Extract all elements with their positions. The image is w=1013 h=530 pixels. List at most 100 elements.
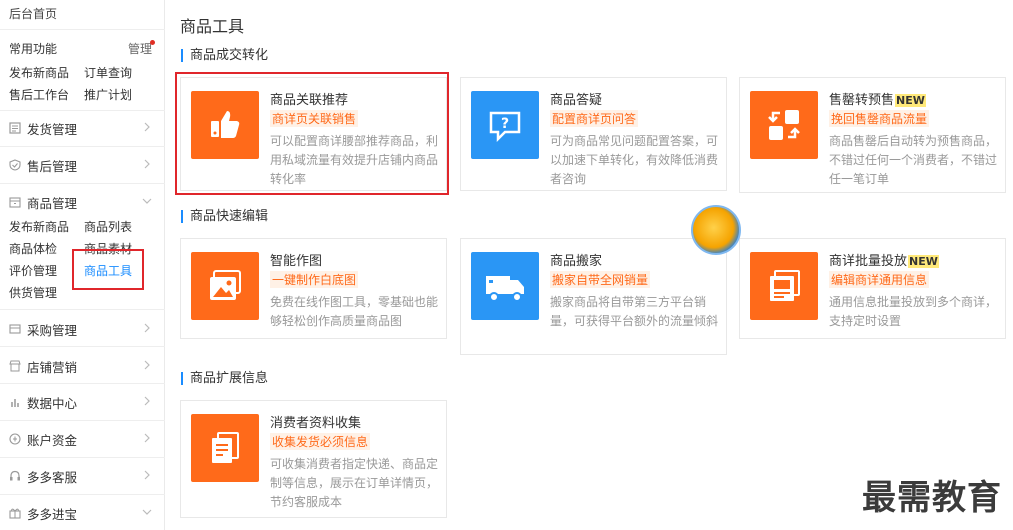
chevron-right-icon	[144, 396, 150, 406]
list-icon	[9, 122, 21, 134]
store-icon	[9, 360, 21, 372]
divider	[0, 29, 165, 30]
sidebar-group-goods[interactable]: 商品管理	[9, 191, 157, 213]
sidebar-group-marketing[interactable]: 店铺营销	[9, 355, 157, 377]
page-title: 商品工具	[180, 17, 245, 36]
tool-name: 售罄转预售 NEW	[829, 93, 926, 108]
tool-name: 商品搬家	[550, 254, 603, 269]
question-bubble-icon: ?	[471, 91, 539, 159]
floating-assistant-ball[interactable]	[691, 205, 741, 255]
convert-icon	[750, 91, 818, 159]
tool-description: 可收集消费者指定快递、商品定制等信息，展示在订单详情页，节约客服成本	[270, 457, 439, 509]
sidebar: 后台首页 常用功能 管理 发布新商品 订单查询 售后工作台 推广计划 发货管理 …	[0, 0, 165, 530]
quick-link-aftersale[interactable]: 售后工作台	[9, 86, 69, 103]
chevron-right-icon	[144, 360, 150, 370]
quick-link-promotion[interactable]: 推广计划	[84, 86, 132, 103]
goods-link-publish[interactable]: 发布新商品	[9, 218, 69, 235]
group-label: 账户资金	[27, 432, 78, 448]
divider	[0, 110, 165, 111]
goods-link-list[interactable]: 商品列表	[84, 218, 132, 235]
bar-chart-icon	[9, 396, 21, 408]
tool-name: 商品答疑	[550, 93, 603, 108]
svg-text:?: ?	[501, 116, 509, 132]
new-badge: NEW	[908, 255, 939, 268]
divider	[0, 457, 165, 458]
goods-link-checkup[interactable]: 商品体检	[9, 240, 57, 257]
group-label: 店铺营销	[27, 359, 78, 375]
shield-check-icon	[9, 159, 21, 171]
tool-description: 可为商品常见问题配置答案，可以加速下单转化，有效降低消费者咨询	[550, 134, 719, 186]
divider	[0, 146, 165, 147]
tool-card-qa[interactable]: ? 商品答疑 配置商详页问答 可为商品常见问题配置答案，可以加速下单转化，有效降…	[460, 77, 727, 191]
divider	[0, 346, 165, 347]
quick-link-publish[interactable]: 发布新商品	[9, 64, 69, 81]
tool-name: 智能作图	[270, 254, 323, 269]
tool-description: 通用信息批量投放到多个商详，支持定时设置	[829, 295, 998, 328]
tool-card-batch-detail[interactable]: 商详批量投放 NEW 编辑商详通用信息 通用信息批量投放到多个商详，支持定时设置	[739, 238, 1006, 339]
tool-description: 免费在线作图工具，零基础也能够轻松创作高质量商品图	[270, 295, 439, 328]
chevron-right-icon	[144, 470, 150, 480]
sidebar-group-data[interactable]: 数据中心	[9, 391, 157, 413]
tool-tag: 搬家自带全网销量	[550, 271, 651, 288]
tool-description: 搬家商品将自带第三方平台销量，可获得平台额外的流量倾斜	[550, 295, 719, 328]
document-stack-icon	[750, 252, 818, 320]
tool-card-consumer-info[interactable]: 消费者资料收集 收集发货必须信息 可收集消费者指定快递、商品定制等信息，展示在订…	[180, 400, 447, 518]
new-badge: NEW	[895, 94, 926, 107]
watermark: 最需教育	[862, 478, 1002, 518]
group-label: 数据中心	[27, 395, 78, 411]
common-functions-title: 常用功能	[9, 42, 58, 56]
gift-icon	[9, 507, 21, 519]
tool-name: 消费者资料收集	[270, 416, 362, 431]
section-title-extension: 商品扩展信息	[181, 372, 268, 385]
divider	[0, 183, 165, 184]
section-title-conversion: 商品成交转化	[181, 49, 268, 62]
tool-card-smart-image[interactable]: 智能作图 一键制作白底图 免费在线作图工具，零基础也能够轻松创作高质量商品图	[180, 238, 447, 339]
quick-link-order-query[interactable]: 订单查询	[84, 64, 132, 81]
section-title-quick-edit: 商品快速编辑	[181, 210, 268, 223]
tool-card-move[interactable]: 商品搬家 搬家自带全网销量 搬家商品将自带第三方平台销量，可获得平台额外的流量倾…	[460, 238, 727, 355]
sidebar-group-aftersale[interactable]: 售后管理	[9, 154, 157, 176]
divider	[0, 420, 165, 421]
divider	[0, 309, 165, 310]
truck-icon	[471, 252, 539, 320]
tool-description: 商品售罄后自动转为预售商品，不错过任何一个消费者，不错过任一笔订单	[829, 134, 998, 186]
tool-tag: 编辑商详通用信息	[829, 271, 930, 288]
tool-tag: 挽回售罄商品流量	[829, 110, 930, 127]
highlight-box	[175, 72, 449, 195]
group-label: 售后管理	[27, 158, 78, 174]
tool-tag: 一键制作白底图	[270, 271, 359, 288]
sidebar-group-funds[interactable]: 账户资金	[9, 428, 157, 450]
notification-dot	[150, 40, 155, 45]
goods-link-reviews[interactable]: 评价管理	[9, 262, 57, 279]
chevron-right-icon	[144, 122, 150, 132]
form-icon	[191, 414, 259, 482]
chevron-down-icon	[142, 509, 152, 515]
group-label: 多多进宝	[27, 506, 78, 522]
sidebar-home-link[interactable]: 后台首页	[9, 5, 57, 22]
manage-button[interactable]: 管理	[128, 40, 152, 57]
wallet-icon	[9, 433, 21, 445]
group-label: 多多客服	[27, 469, 78, 485]
sidebar-group-shipping[interactable]: 发货管理	[9, 117, 157, 139]
tool-tag: 收集发货必须信息	[270, 433, 371, 450]
chevron-right-icon	[144, 323, 150, 333]
tool-card-soldout-presale[interactable]: 售罄转预售 NEW 挽回售罄商品流量 商品售罄后自动转为预售商品，不错过任何一个消…	[739, 77, 1006, 193]
divider	[0, 494, 165, 495]
group-label: 商品管理	[27, 195, 78, 211]
chevron-right-icon	[144, 159, 150, 169]
divider	[0, 383, 165, 384]
sidebar-group-jinbao[interactable]: 多多进宝	[9, 502, 157, 524]
sidebar-group-purchase[interactable]: 采购管理	[9, 318, 157, 340]
group-label: 采购管理	[27, 322, 78, 338]
cart-icon	[9, 323, 21, 335]
sidebar-group-service[interactable]: 多多客服	[9, 465, 157, 487]
chevron-down-icon	[142, 198, 152, 204]
headset-icon	[9, 470, 21, 482]
highlight-box	[72, 249, 144, 290]
image-icon	[191, 252, 259, 320]
goods-link-supply[interactable]: 供货管理	[9, 284, 57, 301]
group-label: 发货管理	[27, 121, 78, 137]
tool-tag: 配置商详页问答	[550, 110, 639, 127]
tool-name: 商详批量投放 NEW	[829, 254, 939, 269]
chevron-right-icon	[144, 433, 150, 443]
